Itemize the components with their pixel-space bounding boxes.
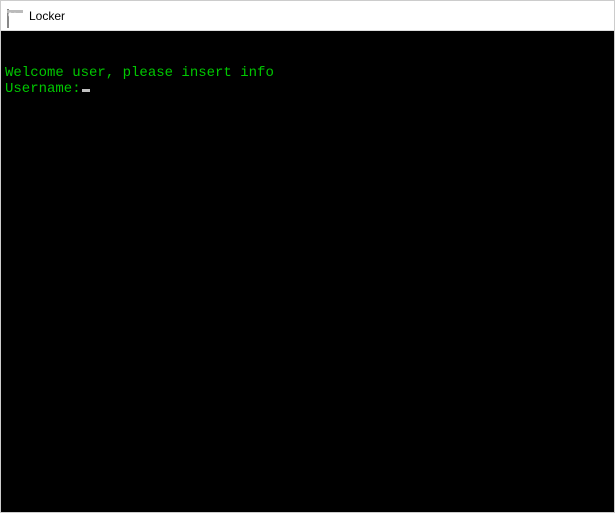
titlebar[interactable]: C:\. Locker xyxy=(1,1,614,31)
terminal-area[interactable]: Welcome user, please insert infoUsername… xyxy=(1,31,614,512)
cursor-icon xyxy=(82,89,90,92)
window-title: Locker xyxy=(29,9,65,23)
application-window: C:\. Locker Welcome user, please insert … xyxy=(0,0,615,513)
terminal-prompt-label: Username: xyxy=(5,81,81,97)
terminal-welcome-line: Welcome user, please insert info xyxy=(5,65,610,81)
app-icon: C:\. xyxy=(7,9,23,23)
